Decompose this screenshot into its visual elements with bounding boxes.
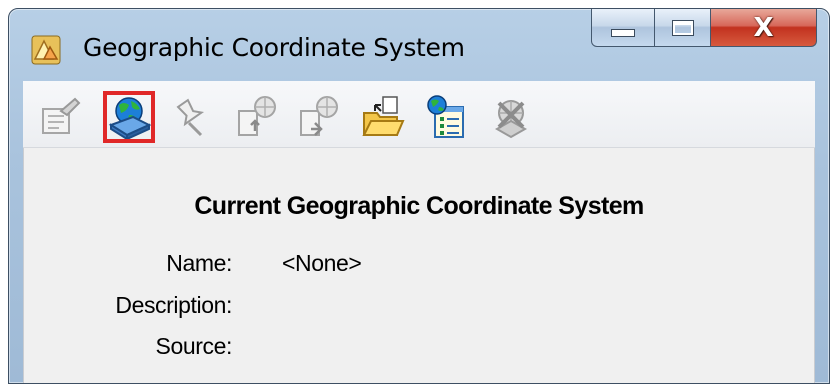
properties-icon bbox=[42, 97, 81, 134]
dialog-window: Geographic Coordinate System X Current G… bbox=[8, 8, 830, 384]
import-globe-icon bbox=[238, 96, 276, 136]
open-folder-icon bbox=[362, 96, 405, 136]
description-label: Description: bbox=[115, 292, 232, 318]
globe-disk-icon bbox=[108, 97, 151, 139]
caption-buttons: X bbox=[591, 9, 817, 49]
title-bar[interactable]: Geographic Coordinate System X bbox=[9, 9, 829, 79]
source-label: Source: bbox=[155, 333, 233, 359]
close-button[interactable]: X bbox=[711, 9, 817, 47]
name-value: <None> bbox=[282, 250, 362, 276]
close-icon: X bbox=[753, 12, 774, 43]
globe-list-icon bbox=[427, 95, 464, 138]
maximize-button[interactable] bbox=[655, 9, 711, 47]
export-button[interactable] bbox=[293, 91, 345, 143]
app-icon bbox=[31, 35, 61, 65]
export-globe-icon bbox=[300, 96, 338, 136]
toolbar bbox=[23, 81, 815, 148]
minimize-icon bbox=[611, 28, 635, 37]
maximize-icon bbox=[671, 19, 694, 36]
section-heading: Current Geographic Coordinate System bbox=[194, 192, 644, 220]
content-panel: Current Geographic Coordinate System Nam… bbox=[23, 148, 815, 383]
name-label: Name: bbox=[166, 250, 232, 276]
minimize-button[interactable] bbox=[591, 9, 655, 47]
pushpin-icon bbox=[176, 98, 205, 137]
import-button[interactable] bbox=[231, 91, 283, 143]
open-button[interactable] bbox=[357, 91, 409, 143]
new-geographic-system-button[interactable] bbox=[103, 91, 155, 143]
delete-globe-icon bbox=[494, 100, 528, 139]
delete-button[interactable] bbox=[485, 91, 537, 143]
select-button[interactable] bbox=[421, 91, 473, 143]
pin-button[interactable] bbox=[167, 91, 219, 143]
properties-button[interactable] bbox=[35, 91, 87, 143]
window-title: Geographic Coordinate System bbox=[83, 33, 465, 62]
